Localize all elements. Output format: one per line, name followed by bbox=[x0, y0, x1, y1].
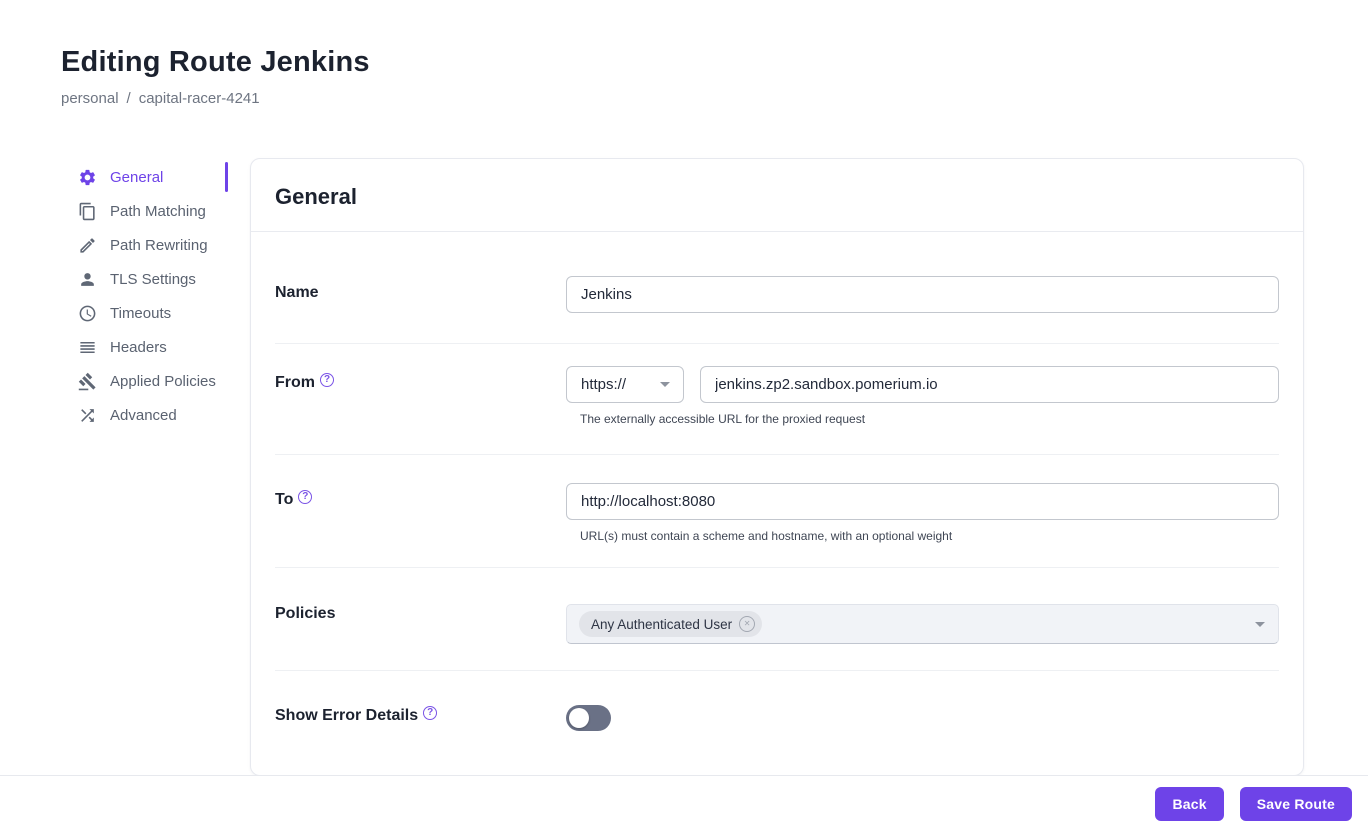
active-tab-indicator bbox=[225, 162, 228, 192]
name-field-row: Name bbox=[275, 232, 1279, 344]
general-settings-card: General Name From? https:// The exte bbox=[250, 158, 1304, 776]
from-helper-text: The externally accessible URL for the pr… bbox=[580, 412, 866, 426]
content-area: General Path Matching Path Rewriting TLS… bbox=[0, 158, 1368, 776]
sidebar-item-general[interactable]: General bbox=[60, 160, 228, 194]
sidebar-item-label: TLS Settings bbox=[110, 270, 196, 288]
sidebar-item-label: Advanced bbox=[110, 406, 177, 424]
sidebar-item-label: Path Matching bbox=[110, 202, 206, 220]
gear-icon bbox=[78, 168, 97, 187]
sidebar-item-path-rewriting[interactable]: Path Rewriting bbox=[60, 228, 228, 262]
show-error-details-label: Show Error Details bbox=[275, 707, 419, 724]
name-input[interactable] bbox=[566, 276, 1279, 313]
from-label: From bbox=[275, 374, 315, 391]
from-scheme-select[interactable]: https:// bbox=[566, 366, 684, 403]
policy-chip-label: Any Authenticated User bbox=[591, 616, 733, 632]
chevron-down-icon bbox=[660, 382, 670, 387]
list-lines-icon bbox=[78, 338, 97, 357]
sidebar-item-timeouts[interactable]: Timeouts bbox=[60, 296, 228, 330]
to-input[interactable] bbox=[566, 483, 1279, 520]
page-title: Editing Route Jenkins bbox=[61, 46, 370, 78]
breadcrumb: personal / capital-racer-4241 bbox=[61, 90, 1304, 107]
page-header: Editing Route Jenkins personal / capital… bbox=[0, 0, 1368, 107]
from-scheme-value: https:// bbox=[581, 376, 627, 393]
sidebar-item-label: Path Rewriting bbox=[110, 236, 208, 254]
shuffle-icon bbox=[78, 406, 97, 425]
policies-select[interactable]: Any Authenticated User ✕ bbox=[566, 604, 1279, 644]
from-help-icon[interactable]: ? bbox=[320, 372, 334, 387]
to-field-row: To? URL(s) must contain a scheme and hos… bbox=[275, 455, 1279, 568]
action-footer: Back Save Route bbox=[0, 775, 1368, 832]
breadcrumb-cluster[interactable]: capital-racer-4241 bbox=[139, 90, 260, 107]
sidebar-item-tls-settings[interactable]: TLS Settings bbox=[60, 262, 228, 296]
sidebar-item-label: Applied Policies bbox=[110, 372, 216, 390]
policies-label: Policies bbox=[275, 605, 336, 622]
card-header: General bbox=[251, 159, 1303, 232]
name-label: Name bbox=[275, 284, 319, 301]
sidebar-item-path-matching[interactable]: Path Matching bbox=[60, 194, 228, 228]
chevron-down-icon bbox=[1255, 622, 1265, 627]
card-title: General bbox=[275, 184, 357, 209]
breadcrumb-separator: / bbox=[126, 90, 131, 107]
pencil-icon bbox=[78, 236, 97, 255]
sidebar-item-label: Headers bbox=[110, 338, 167, 356]
policies-field-row: Policies Any Authenticated User ✕ bbox=[275, 568, 1279, 671]
to-helper-text: URL(s) must contain a scheme and hostnam… bbox=[580, 529, 953, 543]
gavel-icon bbox=[78, 372, 97, 391]
breadcrumb-namespace[interactable]: personal bbox=[61, 90, 119, 107]
show-error-details-toggle[interactable] bbox=[566, 705, 611, 731]
sidebar-item-advanced[interactable]: Advanced bbox=[60, 398, 228, 432]
sidebar-item-applied-policies[interactable]: Applied Policies bbox=[60, 364, 228, 398]
toggle-knob bbox=[569, 708, 589, 728]
show-error-details-row: Show Error Details? bbox=[275, 671, 1279, 775]
settings-sidebar: General Path Matching Path Rewriting TLS… bbox=[60, 158, 228, 432]
from-field-row: From? https:// The externally accessible… bbox=[275, 344, 1279, 455]
save-route-button[interactable]: Save Route bbox=[1239, 787, 1352, 821]
back-button[interactable]: Back bbox=[1155, 787, 1224, 821]
copy-icon bbox=[78, 202, 97, 221]
from-host-input[interactable] bbox=[700, 366, 1279, 403]
show-error-details-help-icon[interactable]: ? bbox=[423, 705, 438, 720]
clock-icon bbox=[78, 304, 97, 323]
to-help-icon[interactable]: ? bbox=[298, 489, 313, 504]
to-label: To bbox=[275, 491, 294, 508]
person-icon bbox=[78, 270, 97, 289]
chip-remove-icon[interactable]: ✕ bbox=[739, 616, 756, 632]
sidebar-item-label: General bbox=[110, 168, 164, 186]
sidebar-item-label: Timeouts bbox=[110, 304, 172, 322]
sidebar-item-headers[interactable]: Headers bbox=[60, 330, 228, 364]
policy-chip[interactable]: Any Authenticated User ✕ bbox=[579, 611, 763, 637]
